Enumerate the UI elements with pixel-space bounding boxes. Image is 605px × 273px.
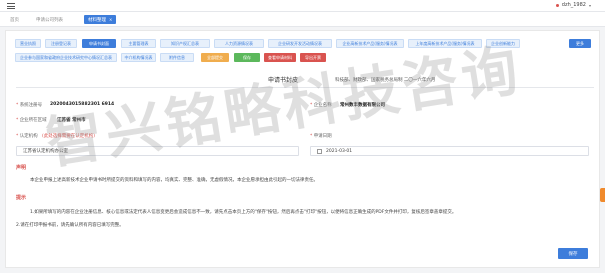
tab-bar: 首页 申请公司列表 材料整理 × [0,12,605,27]
statement-body: 本企业申报上述高新技术企业申请书时所提交的资料和填写的内容，均真实、完整、准确，… [30,178,318,183]
btn-hr-form[interactable]: 人力资源情况表 [214,39,264,48]
btn-submit-all[interactable]: 全部提交 [201,53,229,62]
btn-attachments[interactable]: 附件信息 [160,53,194,62]
statement-title: 声明 [16,165,27,171]
tips-title: 提示 [16,195,27,201]
more-button[interactable]: 更多 [569,39,591,48]
user-name: dzh_1982 [561,2,586,8]
btn-application-cover[interactable]: 申请书封面 [82,39,116,48]
auth-label: 认定机构 [19,134,38,139]
close-icon[interactable]: × [109,17,112,22]
top-bar: dzh_1982 ▾ [0,0,605,12]
tab-home[interactable]: 首页 [6,15,23,24]
btn-management-form[interactable]: 主要管理表 [121,39,156,48]
tip-one: 1.如果所填写的内容在企业注册信息、核心信息或法定代表人信息变更后会造成信息不一… [30,210,457,215]
system-id-label: 系统注册号 [19,103,43,108]
save-button[interactable]: 保存 [558,248,588,259]
notification-dot-icon [555,3,559,7]
btn-tech-center[interactable]: 企业参与国家和省政府企业技术研究中心情况汇总表 [15,53,117,62]
chevron-down-icon: ▾ [588,2,591,8]
btn-rd-activity[interactable]: 企业研发开发活动情况表 [268,39,332,48]
menu-icon[interactable] [7,3,15,9]
tab-materials[interactable]: 材料整理 × [84,15,117,24]
btn-ip-summary[interactable]: 知识产权汇总表 [160,39,210,48]
btn-registration-form[interactable]: 注册登记表 [45,39,77,48]
calendar-icon [317,148,322,154]
date-picker[interactable]: 2021-03-01 [310,146,589,156]
side-drawer-handle[interactable] [600,188,605,202]
btn-agency-form[interactable]: 中介机构情况表 [121,53,156,62]
btn-save-top[interactable]: 保存 [234,53,260,62]
tab-company-list[interactable]: 申请公司列表 [32,15,67,24]
user-menu[interactable]: dzh_1982 ▾ [555,2,591,8]
tip-two: 2.请在打印申报书前，请先确认所有内容已填写完整。 [16,223,124,228]
btn-business-license[interactable]: 营业执照 [15,39,41,48]
